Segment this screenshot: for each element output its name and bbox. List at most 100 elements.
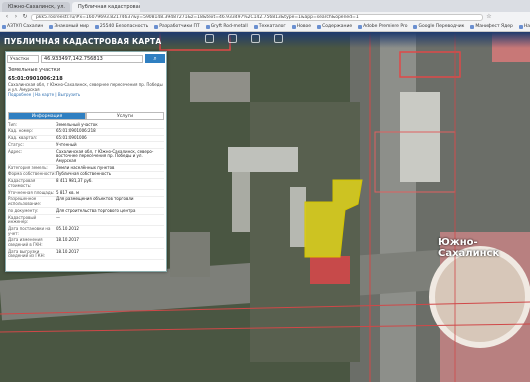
attribute-table: Тип: Земельный участок Кад. номер: 65:01:09… bbox=[8, 121, 164, 261]
row-key: Уточненная площадь: bbox=[8, 189, 55, 195]
browser-tab-1[interactable]: Южно-Сахалинск, ул. bbox=[2, 2, 70, 12]
bookmark-icon bbox=[2, 24, 6, 29]
table-row: Дата изменения сведений в ГКН: 18.10.2017 bbox=[8, 237, 164, 250]
browser-tab-2[interactable]: Публичная кадастровая bbox=[72, 2, 140, 12]
bookmark-label: Техкаталог bbox=[258, 24, 286, 29]
app-title: ПУБЛИЧНАЯ КАДАСТРОВАЯ КАРТА bbox=[4, 37, 162, 46]
ruler-icon[interactable] bbox=[228, 34, 237, 43]
table-row: Дата выгрузки сведений из ГКН: 18.10.2017 bbox=[8, 248, 164, 261]
row-value: 8 411 981,37 руб. bbox=[56, 178, 93, 184]
section-title: Земельные участки bbox=[8, 67, 61, 73]
row-value: Земельный участок bbox=[56, 121, 98, 127]
search-button[interactable]: ⌕ bbox=[145, 54, 165, 63]
row-key: Категория земель: bbox=[8, 164, 48, 170]
row-value: Сахалинская обл, г Южно-Сахалинск, север… bbox=[56, 148, 154, 163]
tab-information[interactable]: Информация bbox=[8, 112, 86, 120]
row-value: Для строительства торгового центра bbox=[56, 207, 136, 213]
search-type-select[interactable]: Участки bbox=[7, 54, 39, 63]
row-key: Кадастровый инженер: bbox=[8, 214, 37, 225]
bookmark-label: Разработчики ПТ bbox=[159, 24, 200, 29]
bookmark-icon bbox=[205, 24, 210, 29]
row-key: Дата выгрузки сведений из ГКН: bbox=[8, 248, 45, 259]
row-key: Кадастровая стоимость: bbox=[8, 178, 36, 188]
row-value: Публичная собственность bbox=[56, 171, 112, 177]
url-field[interactable]: pkk5.rosreestr.ru/#x=16079693.82174637&y… bbox=[31, 13, 483, 21]
bookmark-item[interactable]: Новое bbox=[291, 24, 312, 29]
row-key: Статус: bbox=[8, 141, 24, 147]
row-key: Дата изменения сведений в ГКН: bbox=[8, 237, 43, 247]
bookmark-label: Adobe Premiere Pro bbox=[363, 24, 408, 29]
map-toolbar bbox=[205, 34, 283, 43]
bookmark-item[interactable]: 25540 Безопасность bbox=[94, 24, 149, 29]
row-value: Земли населённых пунктов bbox=[56, 164, 115, 170]
table-row: Кадастровый инженер: — bbox=[8, 214, 164, 227]
bookmark-icon bbox=[518, 24, 523, 29]
bookmark-item[interactable]: Разработчики ПТ bbox=[154, 24, 200, 29]
bookmark-label: Знакомый мир bbox=[54, 24, 89, 29]
row-key: по документу: bbox=[8, 207, 39, 213]
row-value: 05.10.2012 bbox=[56, 225, 79, 231]
table-row: Адрес: Сахалинская обл, г Южно-Сахалинск,… bbox=[8, 148, 164, 166]
address-bar: ‹ › ↻ pkk5.rosreestr.ru/#x=16079693.8217… bbox=[0, 12, 530, 22]
info-tabs: Информация Услуги bbox=[8, 112, 164, 120]
bookmark-icon bbox=[413, 24, 418, 29]
bookmark-item[interactable]: Знакомый мир bbox=[49, 24, 89, 29]
layers-icon[interactable] bbox=[205, 34, 214, 43]
bookmark-label: Google Переводчик bbox=[418, 24, 465, 29]
bookmark-icon bbox=[253, 24, 258, 29]
row-value: 65:01:0901006 bbox=[56, 135, 87, 141]
print-icon[interactable] bbox=[251, 34, 260, 43]
row-value: Для размещения объектов торговли bbox=[56, 196, 134, 202]
object-links[interactable]: Подробнее | На карте | Выгрузить bbox=[8, 92, 164, 97]
search-input[interactable]: 46.933497,142.756813 bbox=[41, 54, 143, 63]
bookmark-item[interactable]: Настройки bbox=[518, 24, 530, 29]
bookmark-item[interactable]: Содержание bbox=[317, 24, 352, 29]
table-row: по документу: Для строительства торгового… bbox=[8, 208, 164, 215]
bookmark-item[interactable]: АЗТУЛ Сахалин bbox=[2, 24, 43, 29]
table-row: Разрешенное использование: Для размещения… bbox=[8, 196, 164, 209]
browser-tab-bar: Южно-Сахалинск, ул. Публичная кадастрова… bbox=[0, 0, 530, 12]
bookmark-icon bbox=[470, 24, 475, 29]
row-value: — bbox=[56, 214, 60, 220]
bookmark-label: Новое bbox=[296, 24, 312, 29]
row-key: Разрешенное использование: bbox=[8, 196, 42, 206]
bookmark-label: Содержание bbox=[322, 24, 353, 29]
row-key: Тип: bbox=[8, 121, 18, 127]
bookmark-label: 25540 Безопасность bbox=[99, 24, 149, 29]
reload-icon[interactable]: ↻ bbox=[22, 14, 28, 20]
bookmark-item[interactable]: Google Переводчик bbox=[413, 24, 464, 29]
search-row: Участки 46.933497,142.756813 ⌕ bbox=[7, 53, 165, 64]
bookmark-item[interactable]: Манифест Ядер bbox=[470, 24, 513, 29]
back-icon[interactable]: ‹ bbox=[4, 14, 10, 20]
row-value: 18.10.2017 bbox=[56, 237, 79, 243]
bookmark-icon bbox=[94, 24, 99, 29]
row-value: 5 817 кв. м bbox=[56, 189, 80, 195]
help-icon[interactable] bbox=[274, 34, 283, 43]
bookmark-icon bbox=[291, 24, 296, 29]
bookmark-item[interactable]: Gryft Rod-metall bbox=[205, 24, 248, 29]
row-value: 18.10.2017 bbox=[56, 248, 79, 254]
bookmark-label: АЗТУЛ Сахалин bbox=[7, 24, 44, 29]
bookmark-icon bbox=[49, 24, 54, 29]
table-row: Дата постановки на учет: 05.10.2012 bbox=[8, 225, 164, 238]
bookmark-icon bbox=[358, 24, 363, 29]
table-row: Кадастровая стоимость: 8 411 981,37 руб. bbox=[8, 178, 164, 191]
object-header: 65:01:0901006:218 Сахалинская обл, г Южн… bbox=[8, 76, 164, 112]
bookmark-icon bbox=[317, 24, 322, 29]
row-key: Форма собственности: bbox=[8, 171, 56, 177]
bookmark-label: Настройки bbox=[523, 24, 530, 29]
bookmark-label: Манифест Ядер bbox=[475, 24, 513, 29]
row-key: Дата постановки на учет: bbox=[8, 225, 51, 236]
object-address: Сахалинская обл, г Южно-Сахалинск, север… bbox=[8, 82, 163, 92]
bookmark-item[interactable]: Техкаталог bbox=[253, 24, 286, 29]
tab-services[interactable]: Услуги bbox=[86, 112, 164, 120]
row-key: Кад. номер: bbox=[8, 128, 34, 134]
row-value: Учтенный bbox=[56, 141, 77, 147]
forward-icon[interactable]: › bbox=[13, 14, 19, 20]
star-icon[interactable]: ☆ bbox=[486, 14, 492, 20]
row-key: Адрес: bbox=[8, 148, 23, 154]
bookmark-icon bbox=[154, 24, 159, 29]
row-key: Кад. квартал: bbox=[8, 135, 38, 141]
bookmark-label: Gryft Rod-metall bbox=[210, 24, 248, 29]
bookmark-item[interactable]: Adobe Premiere Pro bbox=[358, 24, 407, 29]
